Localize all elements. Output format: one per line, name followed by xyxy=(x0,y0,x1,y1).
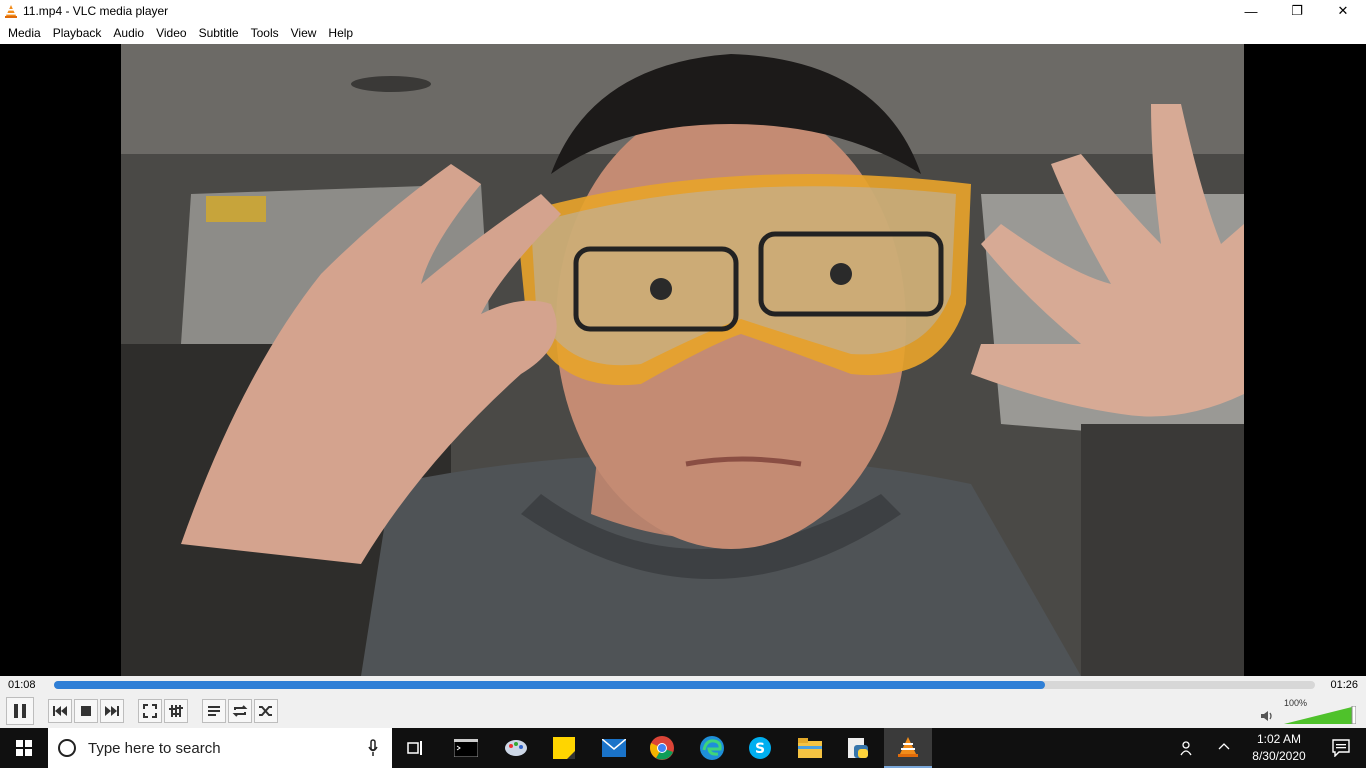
cortana-icon xyxy=(58,739,76,757)
extended-settings-button[interactable] xyxy=(164,699,188,723)
seek-progress xyxy=(54,681,1046,689)
taskbar-clock[interactable]: 1:02 AM 8/30/2020 xyxy=(1244,731,1314,765)
stop-icon xyxy=(81,706,91,716)
next-button[interactable] xyxy=(100,699,124,723)
taskbar-sticky-notes[interactable] xyxy=(540,728,588,768)
skype-icon: S xyxy=(749,737,771,759)
menu-tools[interactable]: Tools xyxy=(245,22,285,44)
playlist-button[interactable] xyxy=(202,699,226,723)
people-icon[interactable] xyxy=(1180,740,1196,756)
file-explorer-icon xyxy=(798,738,822,758)
shuffle-icon xyxy=(259,706,272,716)
python-icon xyxy=(848,738,868,758)
taskbar-search-box[interactable]: Type here to search xyxy=(48,728,392,768)
menu-subtitle[interactable]: Subtitle xyxy=(193,22,245,44)
edge-icon xyxy=(700,736,724,760)
paint-icon xyxy=(505,740,527,756)
windows-logo-icon xyxy=(16,740,32,756)
next-icon xyxy=(105,706,119,716)
restore-button[interactable]: ❐ xyxy=(1274,0,1320,22)
clock-time: 1:02 AM xyxy=(1256,732,1302,746)
taskbar-mail[interactable] xyxy=(590,728,638,768)
clock-date: 8/30/2020 xyxy=(1252,749,1306,763)
terminal-icon xyxy=(454,739,478,757)
menu-bar: Media Playback Audio Video Subtitle Tool… xyxy=(0,22,1366,44)
fullscreen-icon xyxy=(143,704,157,718)
taskbar-file-explorer[interactable] xyxy=(786,728,834,768)
video-content xyxy=(121,44,1244,676)
video-area[interactable] xyxy=(0,44,1366,676)
shuffle-button[interactable] xyxy=(254,699,278,723)
taskbar-paint[interactable] xyxy=(492,728,540,768)
windows-taskbar: Type here to search S 1:02 AM 8/30/2020 xyxy=(0,728,1366,768)
vlc-cone-icon xyxy=(5,5,17,18)
window-title: 11.mp4 - VLC media player xyxy=(23,4,169,18)
close-icon: ✕ xyxy=(1337,3,1349,18)
video-frame[interactable] xyxy=(121,44,1244,676)
restore-icon: ❐ xyxy=(1291,3,1303,18)
taskbar-vlc[interactable] xyxy=(884,728,932,768)
minimize-icon: — xyxy=(1244,3,1258,19)
svg-text:S: S xyxy=(755,741,765,757)
total-time: 01:26 xyxy=(1330,679,1358,691)
taskbar-terminal[interactable] xyxy=(442,728,490,768)
seek-slider[interactable] xyxy=(54,681,1315,689)
menu-audio[interactable]: Audio xyxy=(107,22,150,44)
menu-video[interactable]: Video xyxy=(150,22,192,44)
task-view-icon xyxy=(407,741,422,755)
pause-icon xyxy=(14,704,26,718)
mail-icon xyxy=(602,739,626,757)
taskbar-python[interactable] xyxy=(834,728,882,768)
task-view-button[interactable] xyxy=(392,728,440,768)
microphone-icon[interactable] xyxy=(368,739,378,757)
system-tray: 1:02 AM 8/30/2020 xyxy=(1176,728,1366,768)
menu-view[interactable]: View xyxy=(285,22,323,44)
previous-button[interactable] xyxy=(48,699,72,723)
seek-row: 01:08 01:26 xyxy=(0,676,1366,696)
taskbar-chrome[interactable] xyxy=(638,728,686,768)
chrome-icon xyxy=(650,736,674,760)
previous-icon xyxy=(53,706,67,716)
playlist-icon xyxy=(208,706,220,716)
sticky-notes-icon xyxy=(553,737,575,759)
menu-media[interactable]: Media xyxy=(2,22,47,44)
pause-button[interactable] xyxy=(6,697,34,725)
volume-control[interactable]: 100% xyxy=(1260,698,1360,726)
taskbar-skype[interactable]: S xyxy=(736,728,784,768)
close-button[interactable]: ✕ xyxy=(1320,0,1366,22)
menu-playback[interactable]: Playback xyxy=(47,22,108,44)
vlc-icon xyxy=(898,737,918,757)
loop-icon xyxy=(232,705,248,717)
volume-slider[interactable] xyxy=(1284,706,1356,724)
notifications-icon[interactable] xyxy=(1332,739,1350,757)
stop-button[interactable] xyxy=(74,699,98,723)
minimize-button[interactable]: — xyxy=(1228,0,1274,22)
menu-help[interactable]: Help xyxy=(322,22,359,44)
chevron-up-icon[interactable] xyxy=(1218,742,1230,750)
speaker-icon xyxy=(1261,711,1272,721)
control-bar: 100% xyxy=(0,696,1366,728)
title-bar: 11.mp4 - VLC media player — ❐ ✕ xyxy=(0,0,1366,22)
search-placeholder: Type here to search xyxy=(88,739,221,757)
taskbar-edge[interactable] xyxy=(688,728,736,768)
extended-settings-icon xyxy=(169,705,183,717)
start-button[interactable] xyxy=(0,728,48,768)
elapsed-time: 01:08 xyxy=(8,679,36,691)
loop-button[interactable] xyxy=(228,699,252,723)
fullscreen-button[interactable] xyxy=(138,699,162,723)
